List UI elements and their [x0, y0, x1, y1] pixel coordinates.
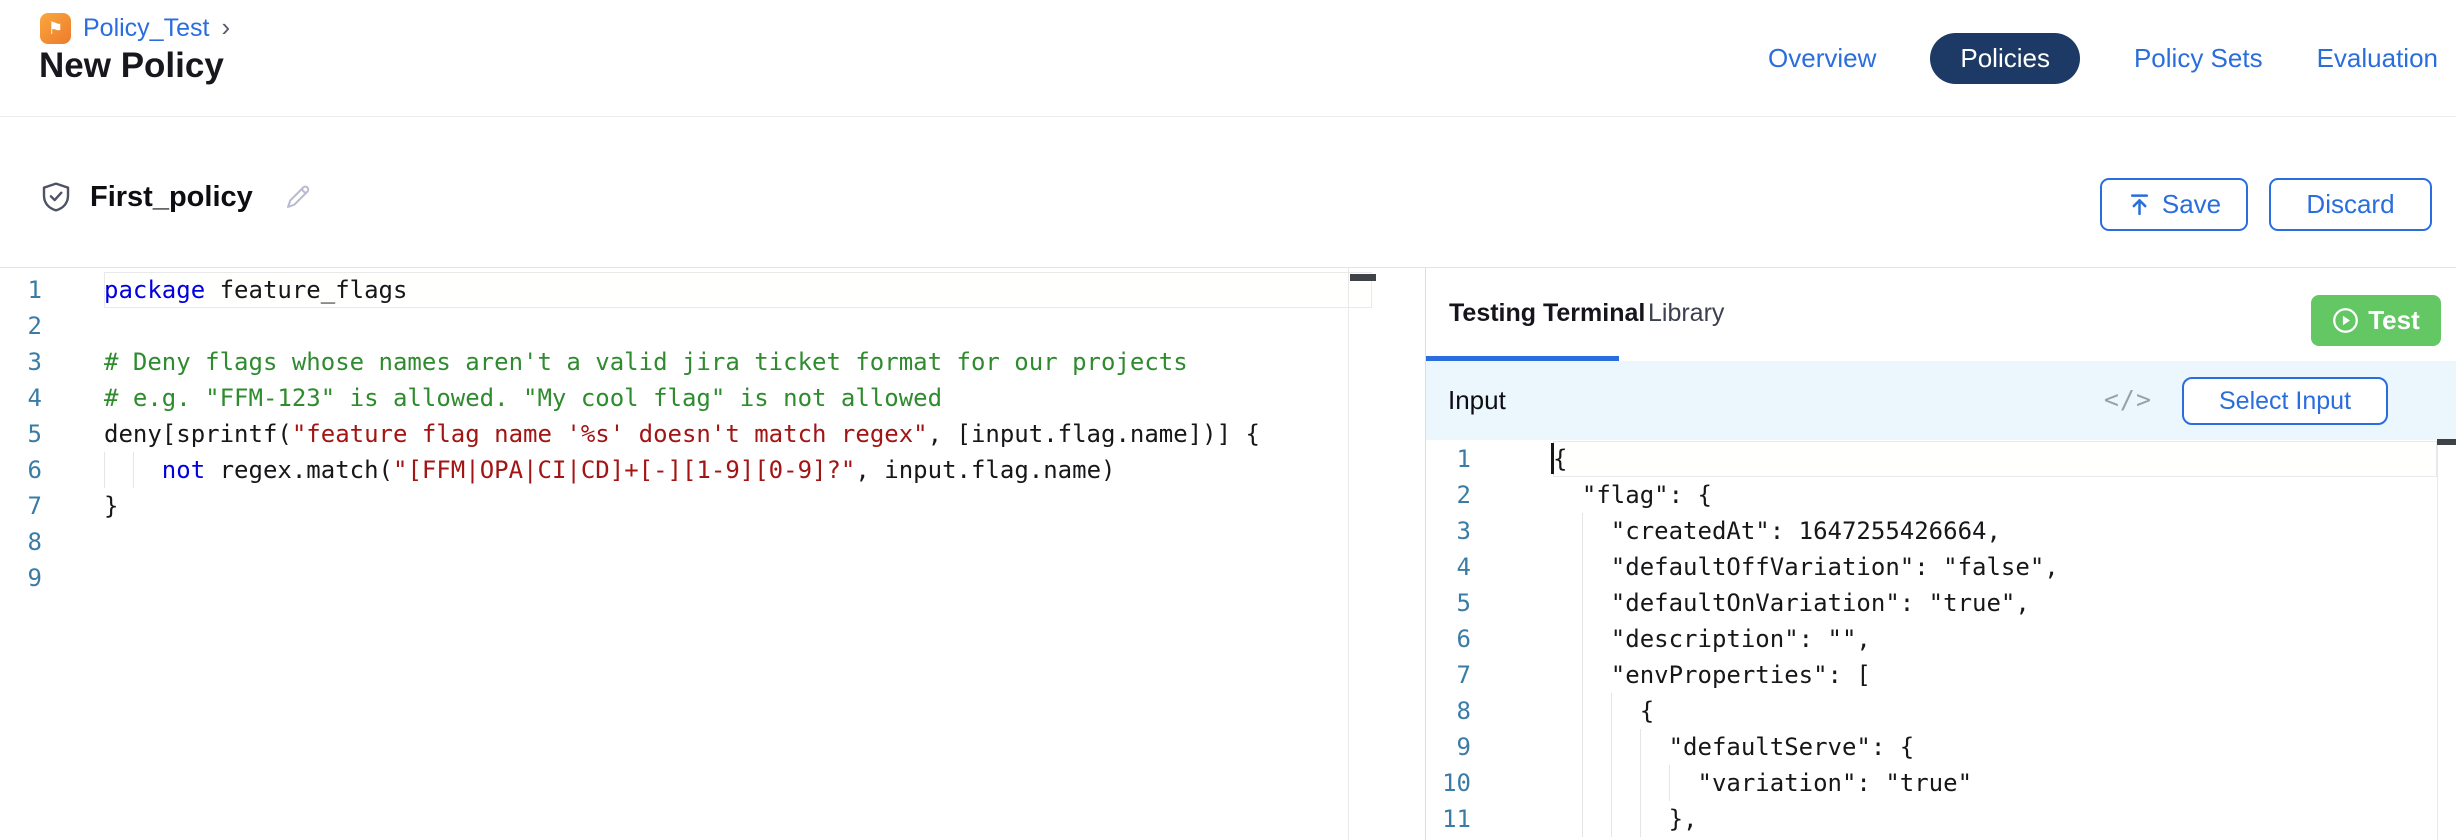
line-number: 9 — [0, 560, 42, 596]
input-editor-gutter: 1234567891011 — [1426, 441, 1471, 837]
code-line: "envProperties": [ — [1553, 657, 2437, 693]
code-line — [104, 560, 1372, 596]
line-number: 3 — [0, 344, 42, 380]
indent-guide — [1582, 549, 1583, 585]
chevron-right-icon: › — [221, 14, 230, 44]
page-title: New Policy — [39, 46, 224, 86]
code-line: "defaultOffVariation": "false", — [1553, 549, 2437, 585]
line-number: 9 — [1426, 729, 1471, 765]
line-number: 4 — [0, 380, 42, 416]
line-number: 2 — [0, 308, 42, 344]
page-header: ⚑ Policy_Test › New Policy Overview Poli… — [0, 0, 2456, 117]
indent-guide — [1582, 801, 1583, 837]
indent-guide — [1611, 765, 1612, 801]
indent-guide — [1611, 693, 1612, 729]
code-line: # Deny flags whose names aren't a valid … — [104, 344, 1372, 380]
save-button[interactable]: Save — [2100, 178, 2248, 231]
input-scrollbar-thumb[interactable] — [2437, 439, 2456, 445]
tab-library[interactable]: Library — [1648, 299, 1724, 328]
line-number: 5 — [0, 416, 42, 452]
tab-testing-terminal[interactable]: Testing Terminal — [1449, 299, 1645, 328]
code-line: { — [1553, 441, 2437, 477]
code-view-icon[interactable]: </> — [2104, 385, 2152, 414]
indent-guide — [1582, 729, 1583, 765]
line-number: 4 — [1426, 549, 1471, 585]
text-cursor — [1551, 443, 1554, 474]
code-line: "defaultServe": { — [1553, 729, 2437, 765]
policy-name: First_policy — [90, 181, 253, 214]
code-line: { — [1553, 693, 2437, 729]
code-line — [104, 524, 1372, 560]
input-scrollbar-track — [2437, 440, 2438, 840]
nav-item-overview[interactable]: Overview — [1768, 43, 1876, 74]
rego-editor-gutter: 123456789 — [0, 272, 42, 596]
rego-scrollbar-thumb[interactable] — [1350, 274, 1376, 281]
input-json-editor[interactable]: { "flag": { "createdAt": 1647255426664, … — [1553, 441, 2437, 837]
edit-pencil-icon[interactable] — [283, 182, 313, 212]
indent-guide — [1582, 657, 1583, 693]
code-line: # e.g. "FFM-123" is allowed. "My cool fl… — [104, 380, 1372, 416]
play-circle-icon — [2332, 307, 2359, 334]
indent-guide — [1611, 801, 1612, 837]
input-header-bar: Input </> Select Input — [1426, 361, 2456, 440]
breadcrumb: ⚑ Policy_Test › — [40, 13, 230, 44]
top-nav: Overview Policies Policy Sets Evaluation — [1768, 33, 2438, 84]
line-number: 7 — [0, 488, 42, 524]
rego-editor[interactable]: package feature_flags # Deny flags whose … — [104, 272, 1372, 596]
line-number: 6 — [1426, 621, 1471, 657]
shield-check-icon — [40, 180, 72, 214]
indent-guide — [1611, 729, 1612, 765]
policy-toolbar: First_policy Save Discard — [0, 118, 2456, 267]
test-button[interactable]: Test — [2311, 295, 2441, 346]
code-line: "variation": "true" — [1553, 765, 2437, 801]
line-number: 8 — [1426, 693, 1471, 729]
line-number: 6 — [0, 452, 42, 488]
policy-editor-page: ⚑ Policy_Test › New Policy Overview Poli… — [0, 0, 2456, 840]
line-number: 2 — [1426, 477, 1471, 513]
code-line: } — [104, 488, 1372, 524]
line-number: 7 — [1426, 657, 1471, 693]
line-number: 11 — [1426, 801, 1471, 837]
indent-guide — [1582, 693, 1583, 729]
code-line — [104, 308, 1372, 344]
nav-item-policies[interactable]: Policies — [1930, 33, 2080, 84]
code-line: "defaultOnVariation": "true", — [1553, 585, 2437, 621]
indent-guide — [104, 452, 105, 488]
code-line: deny[sprintf("feature flag name '%s' doe… — [104, 416, 1372, 452]
discard-button-label: Discard — [2306, 189, 2394, 220]
feature-flags-app-icon: ⚑ — [40, 13, 71, 44]
nav-item-policy-sets[interactable]: Policy Sets — [2134, 43, 2263, 74]
line-number: 1 — [1426, 441, 1471, 477]
indent-guide — [1582, 513, 1583, 549]
indent-guide — [1640, 765, 1641, 801]
code-line: not regex.match("[FFM|OPA|CI|CD]+[-][1-9… — [104, 452, 1372, 488]
code-line: }, — [1553, 801, 2437, 837]
upload-icon — [2127, 192, 2152, 217]
line-number: 5 — [1426, 585, 1471, 621]
indent-guide — [1669, 765, 1670, 801]
indent-guide — [1640, 729, 1641, 765]
line-number: 10 — [1426, 765, 1471, 801]
test-button-label: Test — [2368, 305, 2420, 336]
discard-button[interactable]: Discard — [2269, 178, 2432, 231]
select-input-button[interactable]: Select Input — [2182, 377, 2388, 425]
input-label: Input — [1448, 385, 1506, 416]
nav-item-evaluation[interactable]: Evaluation — [2317, 43, 2438, 74]
code-line: package feature_flags — [104, 272, 1372, 308]
line-number: 1 — [0, 272, 42, 308]
breadcrumb-project-link[interactable]: Policy_Test — [83, 14, 209, 43]
indent-guide — [1640, 801, 1641, 837]
indent-guide — [1582, 621, 1583, 657]
indent-guide — [133, 452, 134, 488]
code-line: "description": "", — [1553, 621, 2437, 657]
code-line: "flag": { — [1553, 477, 2437, 513]
line-number: 3 — [1426, 513, 1471, 549]
indent-guide — [1582, 765, 1583, 801]
code-line: "createdAt": 1647255426664, — [1553, 513, 2437, 549]
save-button-label: Save — [2162, 189, 2221, 220]
indent-guide — [1582, 585, 1583, 621]
line-number: 8 — [0, 524, 42, 560]
rego-scrollbar-track — [1348, 268, 1349, 840]
select-input-label: Select Input — [2219, 387, 2351, 416]
